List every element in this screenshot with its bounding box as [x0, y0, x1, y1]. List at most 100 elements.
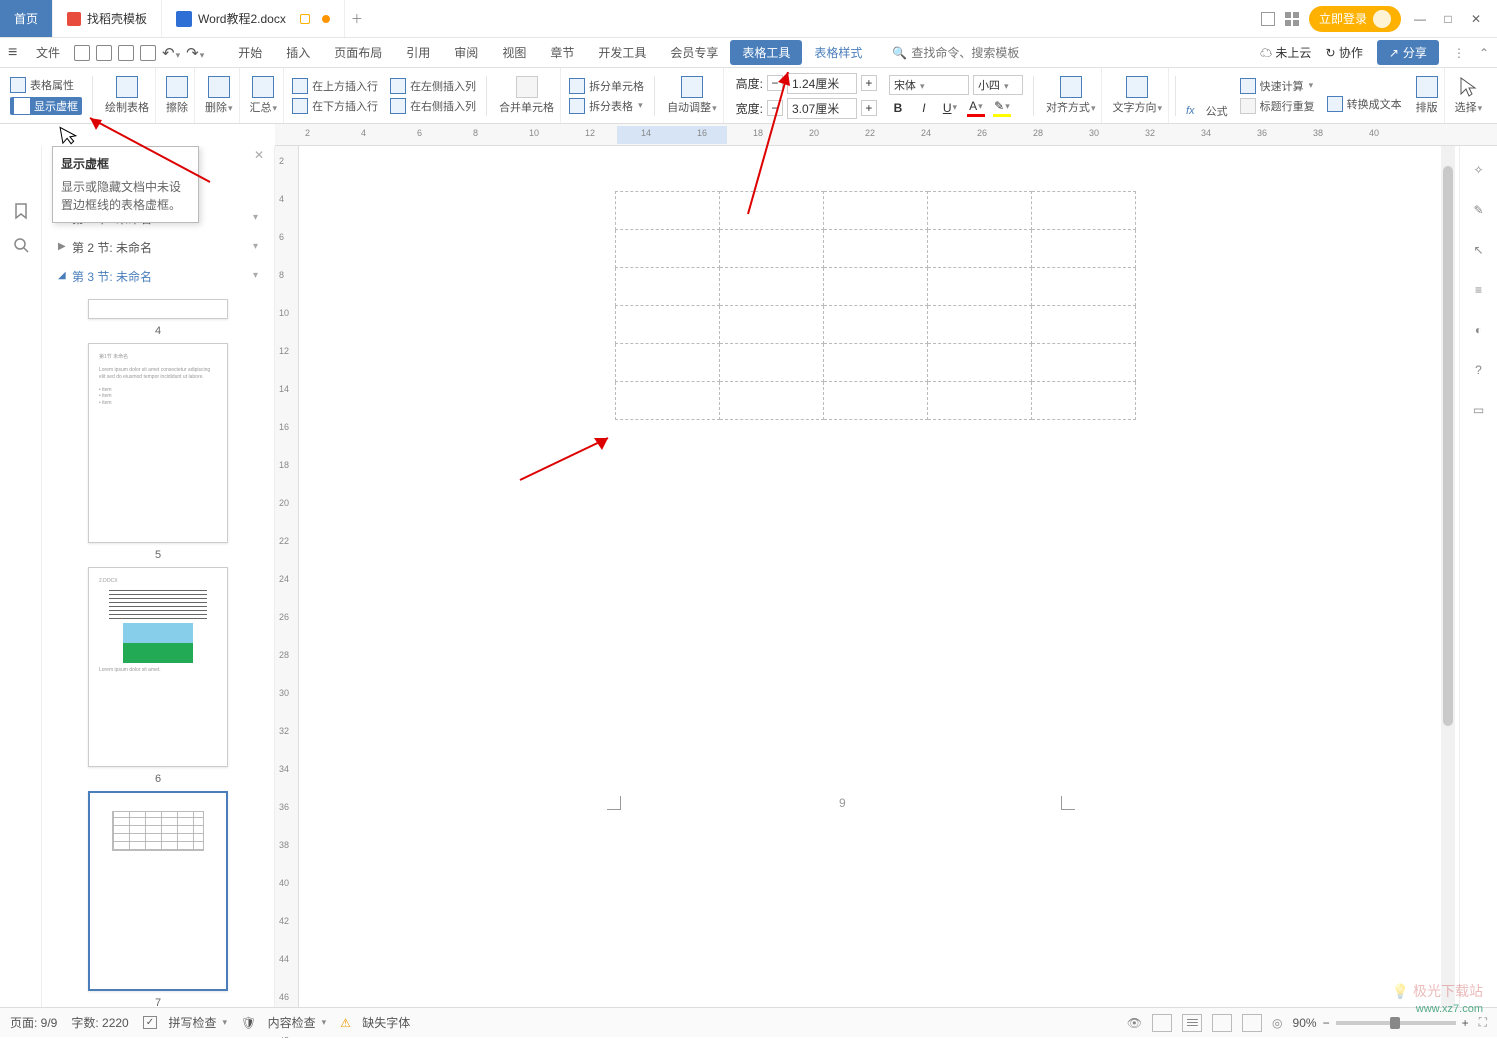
style-icon[interactable]: ✧ — [1469, 160, 1489, 180]
eraser-button[interactable]: 擦除 — [160, 68, 195, 123]
document-canvas[interactable]: 9 — [299, 146, 1459, 1007]
page-thumbnail[interactable] — [88, 299, 228, 319]
tab-templates[interactable]: 找稻壳模板 — [53, 0, 162, 37]
width-plus[interactable]: + — [861, 100, 877, 116]
minimize-button[interactable]: — — [1411, 12, 1429, 26]
vertical-scrollbar[interactable] — [1441, 146, 1455, 1007]
width-input[interactable]: 3.07厘米 — [787, 98, 857, 119]
menu-reference[interactable]: 引用 — [394, 40, 442, 65]
select-button[interactable]: 选择▾ — [1449, 68, 1489, 123]
text-direction-button[interactable]: 文字方向▾ — [1106, 68, 1169, 123]
view-web-button[interactable] — [1212, 1014, 1232, 1032]
ruler-vertical[interactable]: 2468101214161820222426283032343638404244… — [275, 146, 299, 1007]
settings-icon[interactable]: ≡ — [1469, 280, 1489, 300]
missing-font-button[interactable]: ⚠ 缺失字体 — [340, 1014, 410, 1031]
page-thumbnail[interactable]: 2.DOCXLorem ipsum dolor sit amet. — [88, 567, 228, 767]
height-plus[interactable]: + — [861, 75, 877, 91]
sort-button[interactable]: 排版 — [1410, 68, 1445, 123]
autofit-button[interactable]: 自动调整▾ — [661, 68, 724, 123]
navpane-close-button[interactable]: ✕ — [254, 148, 264, 162]
outline-item[interactable]: ◢第 3 节: 未命名▾ — [52, 262, 264, 291]
title-repeat-button[interactable]: 标题行重复 — [1240, 98, 1315, 114]
panel-icon[interactable]: ▭ — [1469, 400, 1489, 420]
more-icon[interactable]: ⋮ — [1453, 46, 1465, 60]
split-cells-button[interactable]: 拆分单元格 — [569, 78, 644, 94]
draw-table-button[interactable]: 绘制表格 — [99, 68, 156, 123]
new-tab-button[interactable]: ＋ — [345, 0, 369, 37]
fullscreen-icon[interactable]: ⛶ — [1479, 1015, 1487, 1030]
to-text-button[interactable]: 转换成文本 — [1327, 96, 1402, 112]
document-table[interactable] — [615, 191, 1136, 420]
zoom-handle[interactable] — [1390, 1017, 1400, 1029]
scrollbar-thumb[interactable] — [1443, 166, 1453, 726]
height-input[interactable]: 1.24厘米 — [787, 73, 857, 94]
edit-icon[interactable]: ✎ — [1469, 200, 1489, 220]
ruler-horizontal[interactable]: 246810121416182022242628303234363840 — [275, 124, 1497, 146]
saveas-icon[interactable] — [96, 45, 112, 61]
menu-icon[interactable] — [8, 44, 22, 62]
menu-member[interactable]: 会员专享 — [658, 40, 730, 65]
width-minus[interactable]: − — [767, 100, 783, 116]
height-minus[interactable]: − — [767, 75, 783, 91]
formula-button[interactable]: fx 公式 — [1186, 103, 1228, 119]
merge-cells-button[interactable]: 合并单元格 — [493, 68, 561, 123]
theme-icon[interactable]: ◐ — [1469, 320, 1489, 340]
fast-calc-button[interactable]: 快速计算▾ — [1240, 78, 1315, 94]
tab-document[interactable]: Word教程2.docx — [162, 0, 345, 37]
layout-icon[interactable] — [1261, 12, 1275, 26]
underline-button[interactable]: U▾ — [941, 99, 959, 117]
table-properties-button[interactable]: 表格属性 — [10, 77, 82, 93]
view-page-button[interactable] — [1152, 1014, 1172, 1032]
view-outline-button[interactable] — [1182, 1014, 1202, 1032]
tab-home[interactable]: 首页 — [0, 0, 53, 37]
insert-col-left-button[interactable]: 在左侧插入列 — [390, 78, 476, 94]
zoom-out-button[interactable]: − — [1323, 1016, 1330, 1030]
bold-button[interactable]: B — [889, 99, 907, 117]
insert-col-right-button[interactable]: 在右侧插入列 — [390, 98, 476, 114]
preview-icon[interactable] — [140, 45, 156, 61]
show-gridlines-button[interactable]: 显示虚框 — [10, 97, 82, 115]
menu-table-tools[interactable]: 表格工具 — [730, 40, 802, 65]
menu-devtools[interactable]: 开发工具 — [586, 40, 658, 65]
search-input[interactable] — [911, 46, 1051, 60]
item-menu-icon[interactable]: ▾ — [253, 241, 258, 252]
zoom-slider[interactable] — [1336, 1021, 1456, 1025]
bookmark-icon[interactable] — [12, 202, 30, 220]
summary-button[interactable]: 汇总▾ — [244, 68, 285, 123]
delete-button[interactable]: 删除▾ — [199, 68, 240, 123]
spellcheck-button[interactable]: ✓ 拼写检查 — [143, 1014, 227, 1031]
item-menu-icon[interactable]: ▾ — [253, 270, 258, 281]
redo-button[interactable]: ↷▾ — [186, 44, 204, 62]
zoom-in-button[interactable]: + — [1462, 1016, 1469, 1030]
content-check-button[interactable]: 🛡 内容检查 — [241, 1014, 326, 1031]
pointer-icon[interactable]: ↖ — [1469, 240, 1489, 260]
font-color-button[interactable]: A▾ — [967, 99, 985, 117]
collab-button[interactable]: ↻ 协作 — [1325, 44, 1362, 61]
apps-icon[interactable] — [1285, 12, 1299, 26]
view-read-button[interactable] — [1242, 1014, 1262, 1032]
insert-row-above-button[interactable]: 在上方插入行 — [292, 78, 378, 94]
eye-icon[interactable]: 👁 — [1127, 1016, 1142, 1030]
focus-icon[interactable]: ◎ — [1272, 1016, 1282, 1030]
page-thumbnail[interactable]: 第1节 未命名Lorem ipsum dolor sit amet consec… — [88, 343, 228, 543]
page-indicator[interactable]: 页面: 9/9 — [10, 1014, 57, 1031]
share-button[interactable]: ↗分享 — [1377, 40, 1439, 65]
cloud-status[interactable]: ☁ 未上云 — [1260, 44, 1311, 61]
save-icon[interactable] — [74, 45, 90, 61]
align-button[interactable]: 对齐方式▾ — [1040, 68, 1103, 123]
menu-review[interactable]: 审阅 — [442, 40, 490, 65]
split-table-button[interactable]: 拆分表格▾ — [569, 98, 644, 114]
file-menu[interactable]: 文件 — [28, 40, 68, 65]
close-button[interactable]: ✕ — [1467, 12, 1485, 26]
word-count[interactable]: 字数: 2220 — [71, 1014, 128, 1031]
login-button[interactable]: 立即登录 — [1309, 6, 1401, 32]
menu-start[interactable]: 开始 — [226, 40, 274, 65]
page-thumbnail[interactable] — [88, 791, 228, 991]
font-name-select[interactable]: 宋体 ▾ — [889, 75, 969, 95]
outline-item[interactable]: ▶第 2 节: 未命名▾ — [52, 233, 264, 262]
highlight-button[interactable]: ✎▾ — [993, 99, 1011, 117]
menu-view[interactable]: 视图 — [490, 40, 538, 65]
chevron-down-icon[interactable]: ⌃ — [1479, 46, 1489, 60]
italic-button[interactable]: I — [915, 99, 933, 117]
menu-insert[interactable]: 插入 — [274, 40, 322, 65]
